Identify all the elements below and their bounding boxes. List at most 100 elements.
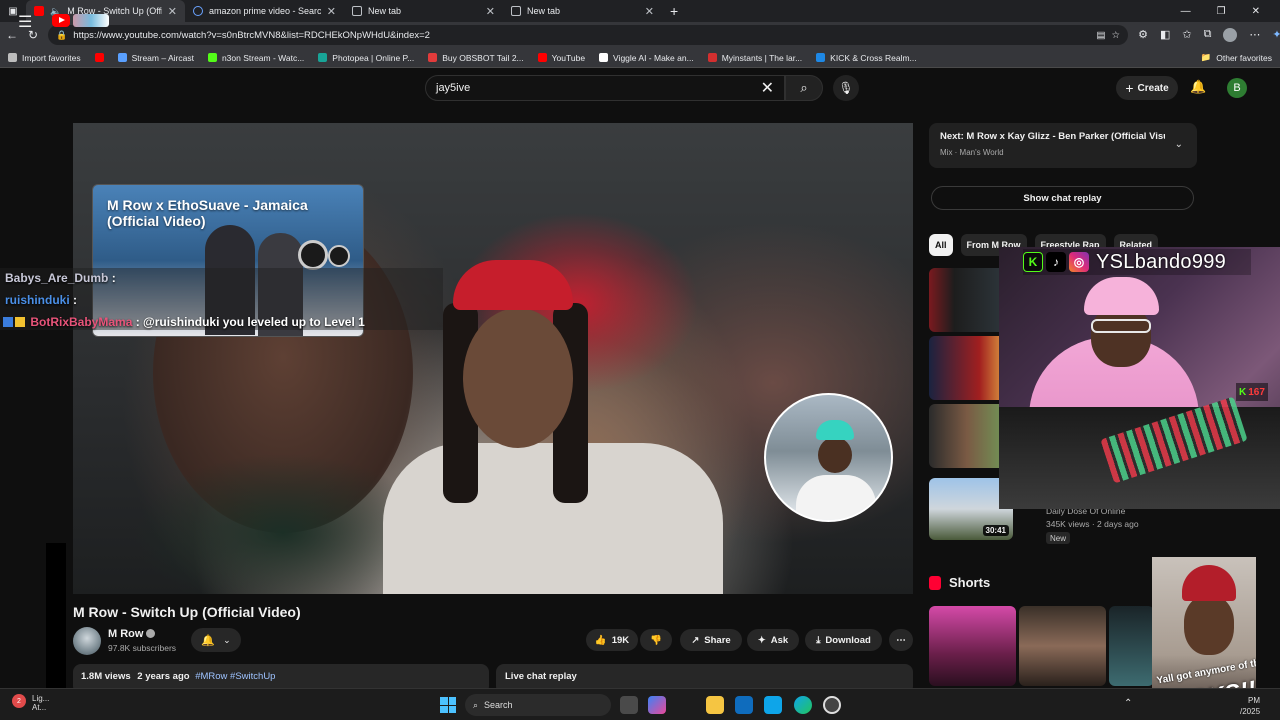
- copilot-icon[interactable]: [648, 696, 666, 714]
- new-tab-button[interactable]: +: [662, 3, 686, 19]
- bookmark-n3on[interactable]: n3on Stream - Watc...: [207, 53, 304, 63]
- bookmark-youtube-icon-only[interactable]: [94, 53, 104, 62]
- instagram-icon: ◎: [1069, 252, 1089, 272]
- start-button[interactable]: [440, 697, 456, 713]
- voice-search-button[interactable]: 🎙: [833, 75, 859, 101]
- clock-time: PM: [1248, 696, 1261, 705]
- task-view-icon[interactable]: [620, 696, 638, 714]
- share-button[interactable]: ↗ Share: [680, 629, 742, 651]
- subscriber-count: 97.8K subscribers: [108, 643, 177, 653]
- windows-logo-tile: [448, 705, 456, 713]
- bookmark-photopea[interactable]: Photopea | Online P...: [318, 53, 414, 63]
- bookmark-viggle[interactable]: Viggle AI - Make an...: [599, 53, 694, 63]
- outlook-icon[interactable]: [735, 696, 753, 714]
- window-controls: — ❐ ✕: [1181, 6, 1280, 17]
- page-icon: [511, 6, 521, 16]
- search-placeholder: Search: [484, 700, 513, 710]
- weather-line: Lig...: [32, 694, 50, 703]
- kick-icon: K: [1239, 386, 1247, 398]
- meme-figure: [1184, 595, 1234, 655]
- menu-icon[interactable]: ☰: [18, 12, 32, 32]
- playlist-next-card[interactable]: Next: M Row x Kay Glizz - Ben Parker (Of…: [929, 123, 1197, 168]
- close-icon[interactable]: ✕: [645, 5, 654, 18]
- avatar[interactable]: B: [1227, 78, 1247, 98]
- search-icon: ⌕: [473, 699, 479, 710]
- bookmark-kick-crossrealm[interactable]: KICK & Cross Realm...: [816, 53, 917, 63]
- bookmark-obsbot[interactable]: Buy OBSBOT Tail 2...: [428, 53, 524, 63]
- weather-widget[interactable]: 2 Lig... At...: [12, 694, 49, 712]
- more-icon[interactable]: ⋯: [1249, 28, 1260, 42]
- bookmark-myinstants[interactable]: Myinstants | The lar...: [707, 53, 802, 63]
- bookmark-import[interactable]: Import favorites: [8, 53, 81, 63]
- create-button[interactable]: + Create: [1116, 76, 1178, 100]
- star-icon[interactable]: ☆: [1112, 30, 1121, 41]
- copilot-icon[interactable]: ✦: [1272, 28, 1280, 42]
- search-button[interactable]: ⌕: [785, 75, 823, 101]
- extensions-icon[interactable]: ⚙: [1138, 28, 1148, 42]
- channel-avatar[interactable]: [73, 627, 101, 655]
- split-icon[interactable]: ◧: [1160, 28, 1170, 42]
- import-icon: [8, 53, 17, 62]
- close-window-icon[interactable]: ✕: [1252, 6, 1260, 17]
- tab-new-2[interactable]: New tab ✕: [503, 0, 662, 22]
- other-favorites[interactable]: 📁 Other favorites: [1201, 52, 1272, 63]
- short-thumbnail[interactable]: [929, 606, 1016, 686]
- next-subtitle: Mix · Man's World: [940, 148, 1004, 157]
- bookmark-youtube[interactable]: YouTube: [537, 53, 585, 63]
- search-input[interactable]: jay5ive ✕: [425, 75, 785, 101]
- endcard-title: M Row x EthoSuave - Jamaica (Official Vi…: [107, 197, 308, 229]
- clock[interactable]: PM /2025: [1240, 695, 1260, 717]
- obs-icon[interactable]: [823, 696, 841, 714]
- close-icon[interactable]: ✕: [327, 5, 336, 18]
- store-icon[interactable]: [764, 696, 782, 714]
- favorites-icon[interactable]: ✩: [1182, 28, 1191, 42]
- ask-button[interactable]: ✦ Ask: [747, 629, 799, 651]
- close-icon[interactable]: ✕: [486, 5, 495, 18]
- watermark-figure: [796, 475, 876, 520]
- notifications-bell-icon[interactable]: 🔔: [1190, 79, 1206, 95]
- clear-search-icon[interactable]: ✕: [761, 78, 774, 98]
- watermark-figure: [816, 420, 854, 440]
- tab-new-1[interactable]: New tab ✕: [344, 0, 503, 22]
- download-button[interactable]: ⤓ Download: [805, 629, 882, 651]
- reader-icon[interactable]: ▤: [1097, 30, 1106, 41]
- short-thumbnail[interactable]: [1019, 606, 1106, 686]
- chevron-down-icon[interactable]: ⌄: [1175, 139, 1183, 150]
- close-icon[interactable]: ✕: [168, 5, 177, 18]
- profile-icon[interactable]: [1223, 28, 1238, 42]
- youtube-logo[interactable]: [52, 12, 110, 28]
- channel-name[interactable]: M Row: [108, 628, 156, 640]
- file-explorer-icon[interactable]: [706, 696, 724, 714]
- bookmark-aircast[interactable]: Stream – Aircast: [117, 53, 194, 63]
- clock-date: /2025: [1240, 707, 1261, 716]
- url-field[interactable]: 🔒 https://www.youtube.com/watch?v=s0nBtr…: [48, 25, 1129, 45]
- search-icon: ⌕: [800, 80, 808, 95]
- short-thumbnail[interactable]: [1109, 606, 1154, 686]
- ask-label: Ask: [770, 634, 789, 646]
- chevron-up-icon[interactable]: ⌃: [1124, 698, 1132, 709]
- collections-icon[interactable]: ⧉: [1204, 28, 1212, 42]
- channel-name-text: M Row: [108, 628, 144, 640]
- windows-taskbar: 2 Lig... At... ⌕ Search ⌃ PM /2025: [0, 688, 1280, 720]
- hashtags[interactable]: #MRow #SwitchUp: [195, 671, 275, 682]
- dislike-button[interactable]: 👎: [640, 629, 672, 651]
- maximize-icon[interactable]: ❐: [1217, 6, 1226, 17]
- show-chat-replay-button[interactable]: Show chat replay: [931, 186, 1194, 210]
- back-icon[interactable]: ←: [6, 28, 18, 42]
- chip-all[interactable]: All: [929, 234, 953, 256]
- watermark-figure: [818, 437, 852, 473]
- webcam-figure: [1091, 319, 1151, 333]
- video-frame-figure: [463, 308, 573, 448]
- taskbar-search[interactable]: ⌕ Search: [465, 694, 611, 716]
- edge-icon[interactable]: [794, 696, 812, 714]
- kick-icon: [207, 53, 217, 62]
- minimize-icon[interactable]: —: [1181, 6, 1191, 17]
- tab-bing[interactable]: amazon prime video - Search ✕: [185, 0, 344, 22]
- subscription-bell-button[interactable]: 🔔 ⌄: [191, 628, 241, 652]
- video-duration: 30:41: [982, 525, 1009, 536]
- like-button[interactable]: 👍 19K: [586, 629, 638, 651]
- more-actions-button[interactable]: ⋯: [889, 629, 913, 651]
- channel-watermark[interactable]: [764, 393, 893, 522]
- bing-icon: [193, 6, 203, 16]
- weather-line: At...: [32, 703, 47, 712]
